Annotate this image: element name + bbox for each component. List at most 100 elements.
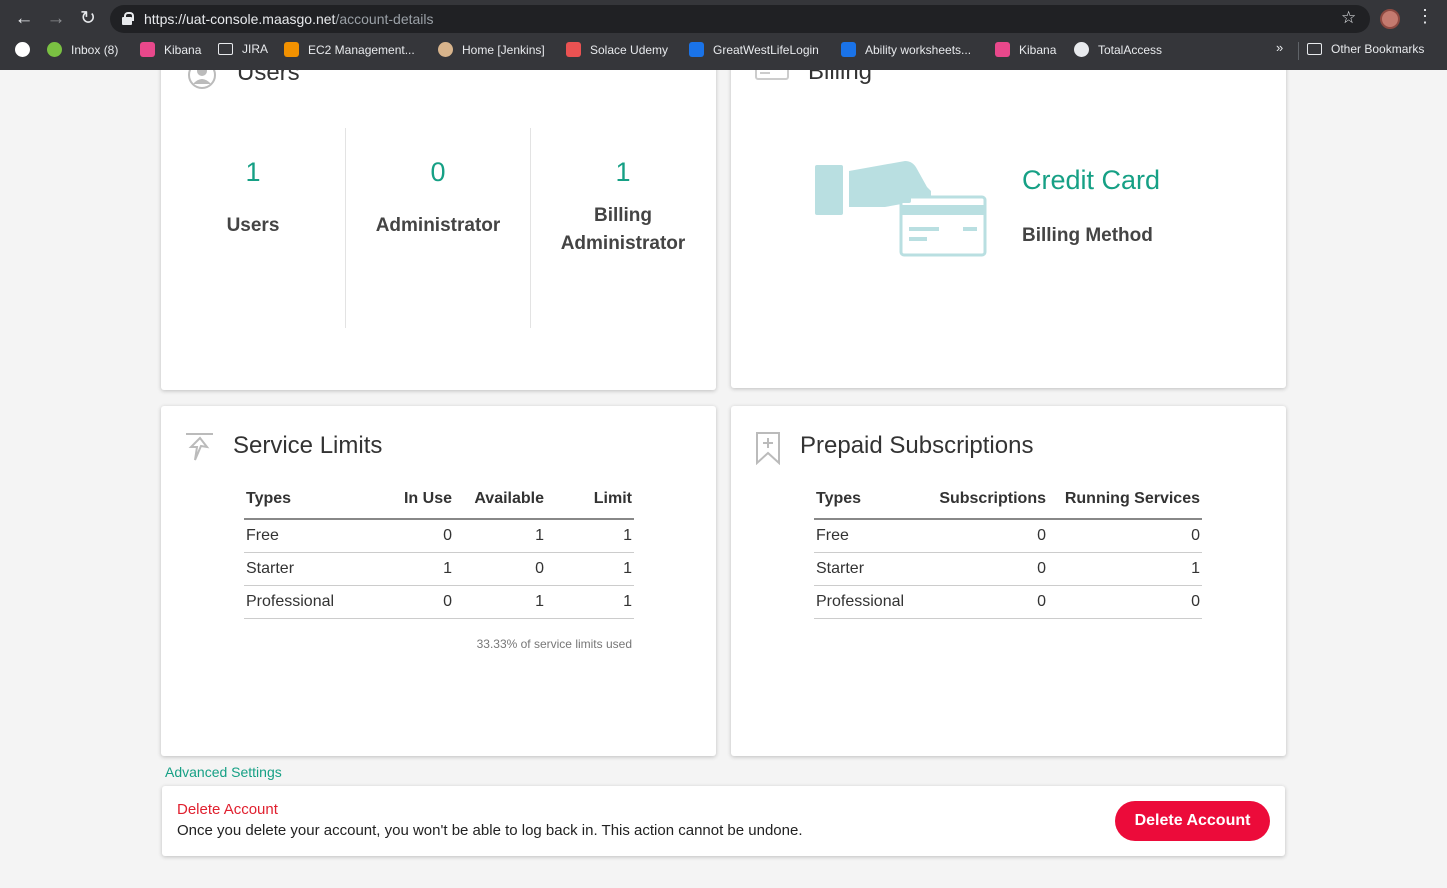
reload-icon[interactable]: ↻ <box>77 8 99 30</box>
table-cell: 1 <box>546 519 634 553</box>
delete-account-description: Once you delete your account, you won't … <box>177 822 803 839</box>
table-header-row: Types Subscriptions Running Services <box>814 479 1202 520</box>
bookmark-label: Home [Jenkins] <box>462 42 545 57</box>
kibana-icon <box>995 42 1010 57</box>
users-card-title: Users <box>237 70 300 86</box>
delete-account-button[interactable]: Delete Account <box>1115 801 1270 841</box>
bookmark-label: GreatWestLifeLogin <box>713 42 819 57</box>
aws-icon <box>284 42 299 57</box>
users-card: Users 1 Users 0 Administrator 1 Billing … <box>161 70 716 390</box>
table-cell: 0 <box>924 519 1048 553</box>
evernote-icon <box>47 42 62 57</box>
users-count: 1 <box>245 157 261 187</box>
profile-avatar[interactable] <box>1380 9 1400 29</box>
billing-method-value: Credit Card <box>1022 165 1161 195</box>
table-cell: 0 <box>924 585 1048 619</box>
bookmark-label: JIRA <box>242 42 269 56</box>
bookmarks-bar: Inbox (8) Kibana JIRA EC2 Management... … <box>0 38 1447 64</box>
url-text: https://uat-console.maasgo.net/account-d… <box>144 11 434 27</box>
back-arrow-icon[interactable]: ← <box>13 8 35 30</box>
table-cell: 0 <box>1048 585 1202 619</box>
table-cell: 1 <box>546 585 634 619</box>
table-cell: 0 <box>384 519 454 553</box>
page-content: Users 1 Users 0 Administrator 1 Billing … <box>0 70 1447 888</box>
column-header: Limit <box>546 479 634 520</box>
service-limits-card: Service Limits Types In Use Available Li… <box>161 406 716 756</box>
table-cell: 0 <box>1048 519 1202 553</box>
bookmark-label: Inbox (8) <box>71 42 119 57</box>
table-cell: Free <box>244 519 384 553</box>
table-cell: Starter <box>814 552 924 586</box>
column-header: Types <box>244 479 384 520</box>
table-cell: 0 <box>454 552 546 586</box>
globe-icon <box>1074 42 1089 57</box>
column-header: Types <box>814 479 924 520</box>
browser-menu-icon[interactable]: ⋮ <box>1416 6 1434 27</box>
bookmarks-divider <box>1298 42 1299 60</box>
delete-account-panel: Delete Account Once you delete your acco… <box>162 786 1285 856</box>
bookmark-label: Kibana <box>164 42 202 57</box>
billing-administrator-label: Billing Administrator <box>560 205 686 254</box>
administrator-count: 0 <box>430 157 446 187</box>
bookmark-totalaccess[interactable]: TotalAccess <box>1074 42 1162 57</box>
bookmark-greatwest[interactable]: GreatWestLifeLogin <box>689 42 819 57</box>
advanced-settings-link[interactable]: Advanced Settings <box>165 764 282 780</box>
prepaid-subscriptions-table: Types Subscriptions Running Services Fre… <box>814 479 1202 619</box>
kibana-icon <box>140 42 155 57</box>
credit-card-icon <box>755 70 789 80</box>
bookmark-label: Other Bookmarks <box>1331 42 1425 56</box>
jenkins-icon <box>438 42 453 57</box>
column-header: In Use <box>384 479 454 520</box>
key-icon <box>689 42 704 57</box>
service-limits-usage-note: 33.33% of service limits used <box>476 637 632 651</box>
bookmark-label: TotalAccess <box>1098 42 1163 57</box>
table-row: Free 0 1 1 <box>244 519 634 553</box>
table-cell: Free <box>814 519 924 553</box>
arrow-up-icon <box>186 433 213 461</box>
bookmark-ec2[interactable]: EC2 Management... <box>284 42 415 57</box>
address-bar[interactable]: https://uat-console.maasgo.net/account-d… <box>110 5 1370 33</box>
udemy-icon <box>566 42 581 57</box>
table-cell: 1 <box>454 585 546 619</box>
forward-arrow-icon[interactable]: → <box>45 8 67 30</box>
service-limits-table: Types In Use Available Limit Free 0 1 1 … <box>244 479 634 619</box>
bookmark-plus-icon <box>756 432 780 465</box>
bookmark-label: EC2 Management... <box>308 42 415 57</box>
billing-administrator-count: 1 <box>615 157 631 187</box>
table-cell: Starter <box>244 552 384 586</box>
column-header: Running Services <box>1048 479 1202 520</box>
bookmark-jira[interactable]: JIRA <box>218 42 268 56</box>
table-cell: Professional <box>244 585 384 619</box>
table-row: Professional 0 1 1 <box>244 585 634 619</box>
users-count-label: Users <box>226 215 280 236</box>
bookmark-ability[interactable]: Ability worksheets... <box>841 42 971 57</box>
folder-icon <box>218 43 233 55</box>
bookmark-label: Solace Udemy <box>590 42 669 57</box>
table-cell: 1 <box>454 519 546 553</box>
bookmark-inbox[interactable]: Inbox (8) <box>47 42 118 57</box>
table-cell: Professional <box>814 585 924 619</box>
table-cell: 1 <box>384 552 454 586</box>
hand-credit-card-illustration <box>815 161 987 257</box>
prepaid-subscriptions-card: Prepaid Subscriptions Types Subscription… <box>731 406 1286 756</box>
billing-card: Billing Credit Card Billing Method <box>731 70 1286 388</box>
billing-method-label: Billing Method <box>1022 225 1153 246</box>
bookmark-udemy[interactable]: Solace Udemy <box>566 42 668 57</box>
table-row: Starter 0 1 <box>814 552 1202 586</box>
browser-chrome: ← → ↻ https://uat-console.maasgo.net/acc… <box>0 0 1447 70</box>
divider <box>530 128 531 328</box>
table-header-row: Types In Use Available Limit <box>244 479 634 520</box>
bookmark-label: Ability worksheets... <box>865 42 972 57</box>
table-row: Starter 1 0 1 <box>244 552 634 586</box>
divider <box>345 128 346 328</box>
bookmark-star-icon[interactable]: ☆ <box>1341 8 1356 28</box>
column-header: Subscriptions <box>924 479 1048 520</box>
administrator-label: Administrator <box>375 215 501 236</box>
bookmark-kibana-2[interactable]: Kibana <box>995 42 1056 57</box>
bookmark-kibana[interactable]: Kibana <box>140 42 201 57</box>
table-cell: 0 <box>384 585 454 619</box>
google-icon[interactable] <box>15 42 30 57</box>
more-bookmarks-chevron-icon[interactable]: » <box>1276 40 1283 55</box>
bookmark-other[interactable]: Other Bookmarks <box>1307 42 1424 56</box>
bookmark-jenkins[interactable]: Home [Jenkins] <box>438 42 545 57</box>
